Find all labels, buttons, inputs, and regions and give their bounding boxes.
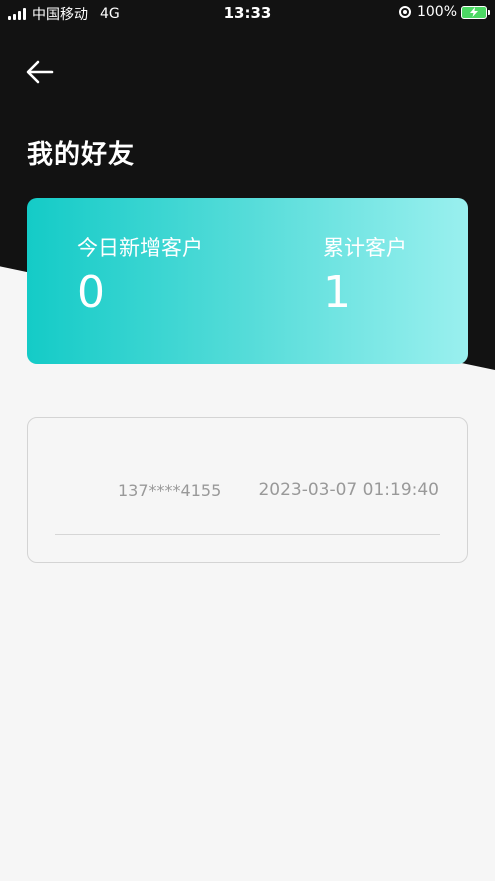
page-title: 我的好友 bbox=[27, 140, 136, 170]
stat-today: 今日新增客户 0 bbox=[77, 232, 203, 318]
arrow-left-icon bbox=[26, 60, 54, 84]
rotation-lock-icon bbox=[398, 6, 411, 18]
stat-total-value: 1 bbox=[323, 267, 351, 318]
battery-charging-icon bbox=[461, 5, 490, 19]
back-button[interactable] bbox=[22, 56, 58, 88]
status-bar: 中国移动 4G 13:33 100% bbox=[0, 0, 495, 26]
friend-phone: 137****4155 bbox=[118, 481, 222, 500]
divider bbox=[55, 534, 440, 535]
friend-added-time: 2023-03-07 01:19:40 bbox=[258, 480, 439, 500]
friend-list-item[interactable]: 137****4155 2023-03-07 01:19:40 bbox=[27, 417, 468, 563]
status-right: 100% bbox=[398, 4, 490, 20]
stat-total: 累计客户 1 bbox=[323, 232, 407, 318]
stat-today-value: 0 bbox=[77, 267, 105, 318]
stats-card: 今日新增客户 0 累计客户 1 bbox=[27, 198, 468, 364]
stat-total-label: 累计客户 bbox=[323, 236, 407, 260]
stat-today-label: 今日新增客户 bbox=[77, 236, 203, 260]
battery-percent: 100% bbox=[416, 4, 457, 20]
